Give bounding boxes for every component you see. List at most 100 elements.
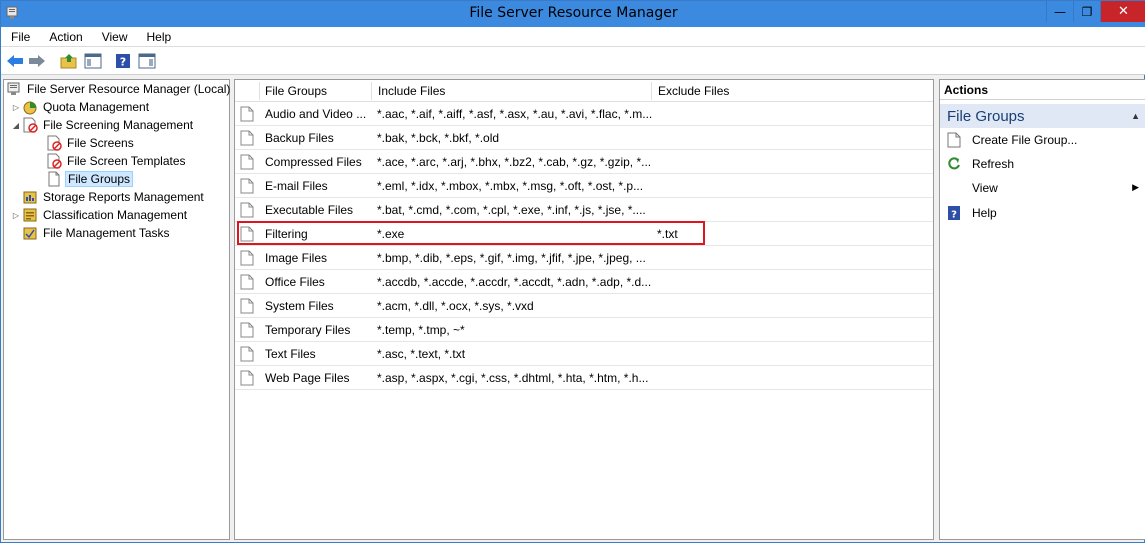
- cell-include-files: *.asp, *.aspx, *.cgi, *.css, *.dhtml, *.…: [377, 371, 649, 385]
- tree-item-quota[interactable]: ▷ Quota Management: [10, 98, 151, 116]
- restore-button[interactable]: ❐: [1073, 1, 1100, 22]
- table-row[interactable]: Temporary Files *.temp, *.tmp, ~*: [235, 318, 933, 342]
- column-divider[interactable]: [371, 82, 372, 100]
- column-header-exclude-files[interactable]: Exclude Files: [658, 84, 729, 98]
- file-group-icon: [240, 322, 254, 338]
- tree-item-file-screen-templates[interactable]: File Screen Templates: [46, 152, 188, 170]
- help-icon: ?: [115, 53, 131, 69]
- tree-item-storage-reports[interactable]: Storage Reports Management: [22, 188, 206, 206]
- cell-include-files: *.aac, *.aif, *.aiff, *.asf, *.asx, *.au…: [377, 107, 652, 121]
- cell-include-files: *.accdb, *.accde, *.accdr, *.accdt, *.ad…: [377, 275, 652, 289]
- tree-label-quota: Quota Management: [43, 100, 150, 114]
- file-group-icon: [240, 178, 254, 194]
- table-row[interactable]: E-mail Files *.eml, *.idx, *.mbox, *.mbx,…: [235, 174, 933, 198]
- action-create-file-group[interactable]: Create File Group...: [940, 129, 1145, 151]
- menu-action[interactable]: Action: [39, 30, 91, 44]
- action-label: Refresh: [972, 157, 1015, 171]
- actions-title: Actions: [940, 80, 1145, 100]
- tree-item-root[interactable]: File Server Resource Manager (Local): [6, 80, 232, 98]
- tree-item-classification[interactable]: ▷ Classification Management: [10, 206, 189, 224]
- forward-arrow-icon: [28, 54, 46, 68]
- cell-file-group-name: Compressed Files: [265, 155, 362, 169]
- file-group-icon: [46, 171, 62, 187]
- menu-help[interactable]: Help: [137, 30, 181, 44]
- tree-label-root: File Server Resource Manager (Local): [27, 82, 231, 96]
- column-divider[interactable]: [651, 82, 652, 100]
- cell-include-files: *.bak, *.bck, *.bkf, *.old: [377, 131, 500, 145]
- cell-include-files: *.temp, *.tmp, ~*: [377, 323, 465, 337]
- help-toolbar-button[interactable]: ?: [113, 51, 133, 71]
- cell-file-group-name: Web Page Files: [265, 371, 350, 385]
- table-row[interactable]: Office Files *.accdb, *.accde, *.accdr, *…: [235, 270, 933, 294]
- table-row[interactable]: Backup Files *.bak, *.bck, *.bkf, *.old: [235, 126, 933, 150]
- cell-file-group-name: E-mail Files: [265, 179, 328, 193]
- toolbar: ?: [1, 47, 1145, 75]
- cell-file-group-name: Temporary Files: [265, 323, 351, 337]
- menu-file[interactable]: File: [1, 30, 39, 44]
- table-row[interactable]: Image Files *.bmp, *.dib, *.eps, *.gif, *…: [235, 246, 933, 270]
- forward-button[interactable]: [27, 51, 47, 71]
- column-header-bar: File Groups Include Files Exclude Files: [235, 80, 933, 102]
- up-one-level-button[interactable]: [59, 51, 79, 71]
- close-button[interactable]: ✕: [1100, 1, 1145, 22]
- action-help[interactable]: ? Help: [940, 202, 1145, 224]
- menu-bar: File Action View Help: [1, 27, 1145, 47]
- tree-item-screening[interactable]: ◢ File Screening Management: [10, 116, 195, 134]
- window-controls: — ❐ ✕: [1046, 1, 1145, 22]
- table-row[interactable]: Text Files *.asc, *.text, *.txt: [235, 342, 933, 366]
- cell-file-group-name: Text Files: [265, 347, 316, 361]
- tree-label-file-mgmt-tasks: File Management Tasks: [43, 226, 170, 240]
- column-header-file-groups[interactable]: File Groups: [265, 84, 327, 98]
- action-label: View: [972, 181, 998, 195]
- expand-icon[interactable]: ▷: [10, 209, 22, 221]
- actions-group-header[interactable]: File Groups ▲: [940, 104, 1145, 128]
- show-hide-console-tree-button[interactable]: [83, 51, 103, 71]
- tree-item-file-groups[interactable]: File Groups: [46, 170, 134, 188]
- cell-file-group-name: Image Files: [265, 251, 328, 265]
- back-button[interactable]: [5, 51, 25, 71]
- cell-file-group-name: Backup Files: [265, 131, 334, 145]
- cell-include-files: *.ace, *.arc, *.arj, *.bhx, *.bz2, *.cab…: [377, 155, 652, 169]
- table-row[interactable]: Audio and Video ... *.aac, *.aif, *.aiff,…: [235, 102, 933, 126]
- up-folder-icon: [60, 53, 78, 69]
- actions-pane: Actions File Groups ▲ Create File Group.…: [939, 79, 1145, 540]
- tree-label-file-screens: File Screens: [67, 136, 134, 150]
- refresh-icon: [946, 156, 962, 172]
- table-row[interactable]: System Files *.acm, *.dll, *.ocx, *.sys, …: [235, 294, 933, 318]
- app-window: File Server Resource Manager — ❐ ✕ File …: [0, 0, 1145, 543]
- file-group-icon: [240, 106, 254, 122]
- highlight-annotation-box: [237, 221, 705, 245]
- tree-item-file-screens[interactable]: File Screens: [46, 134, 136, 152]
- cell-file-group-name: Office Files: [265, 275, 325, 289]
- action-label: Help: [972, 206, 997, 220]
- table-row[interactable]: Executable Files *.bat, *.cmd, *.com, *.c…: [235, 198, 933, 222]
- file-screen-icon: [46, 135, 62, 151]
- collapse-icon[interactable]: ◢: [10, 119, 22, 131]
- svg-text:?: ?: [120, 56, 126, 69]
- cell-file-group-name: System Files: [265, 299, 334, 313]
- help-icon: ?: [946, 205, 962, 221]
- cell-include-files: *.eml, *.idx, *.mbox, *.mbx, *.msg, *.of…: [377, 179, 644, 193]
- console-tree: File Server Resource Manager (Local) ▷ Q…: [3, 79, 230, 540]
- expand-icon[interactable]: ▷: [10, 101, 22, 113]
- action-refresh[interactable]: Refresh: [940, 153, 1145, 175]
- cell-file-group-name: Executable Files: [265, 203, 354, 217]
- tree-label-file-screen-templates: File Screen Templates: [67, 154, 186, 168]
- column-header-include-files[interactable]: Include Files: [378, 84, 445, 98]
- menu-view[interactable]: View: [92, 30, 137, 44]
- table-row[interactable]: Compressed Files *.ace, *.arc, *.arj, *.b…: [235, 150, 933, 174]
- title-bar[interactable]: File Server Resource Manager — ❐ ✕: [1, 1, 1145, 27]
- back-arrow-icon: [6, 54, 24, 68]
- tree-item-file-mgmt-tasks[interactable]: File Management Tasks: [22, 224, 172, 242]
- action-view[interactable]: View ▶: [940, 177, 1145, 199]
- create-file-group-icon: [946, 132, 962, 148]
- table-row[interactable]: Web Page Files *.asp, *.aspx, *.cgi, *.cs…: [235, 366, 933, 390]
- minimize-button[interactable]: —: [1046, 1, 1073, 22]
- tree-label-classification: Classification Management: [43, 208, 188, 222]
- file-groups-list: File Groups Include Files Exclude Files …: [234, 79, 934, 540]
- collapse-caret-icon[interactable]: ▲: [1131, 111, 1140, 121]
- tree-label-screening: File Screening Management: [43, 118, 194, 132]
- file-screen-template-icon: [46, 153, 62, 169]
- show-hide-action-pane-button[interactable]: [137, 51, 157, 71]
- file-group-icon: [240, 346, 254, 362]
